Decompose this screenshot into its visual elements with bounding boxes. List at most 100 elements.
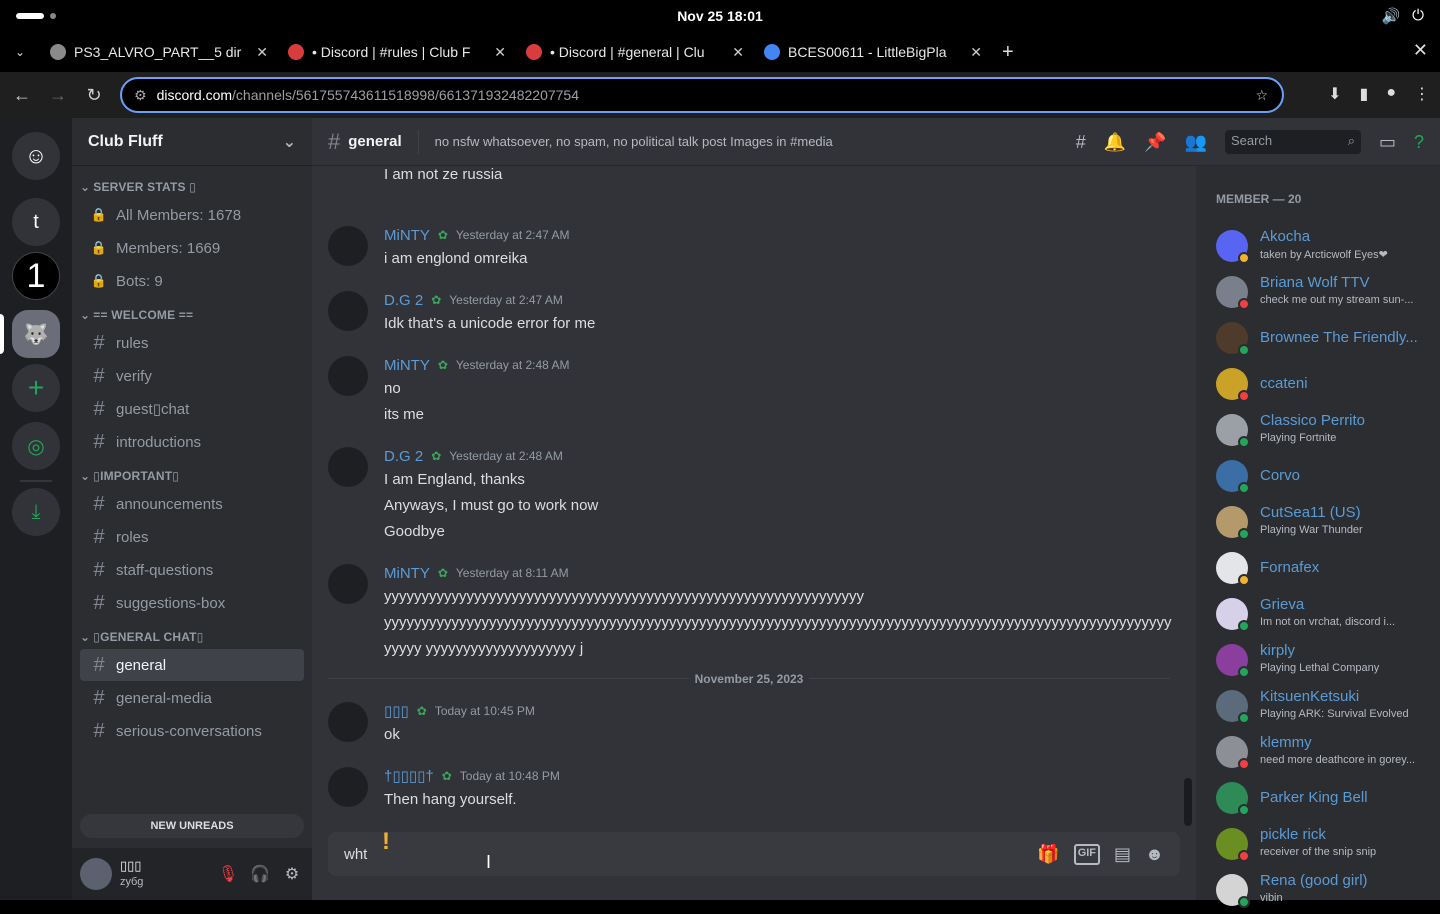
reload-icon[interactable]: ↻	[76, 85, 112, 106]
member-item[interactable]: Parker King Bell	[1216, 778, 1436, 822]
member-item[interactable]: Brownee The Friendly...	[1216, 318, 1436, 362]
chat-scrollbar[interactable]	[1184, 778, 1192, 826]
system-clock[interactable]: Nov 25 18:01	[0, 8, 1440, 24]
server-t[interactable]: t	[12, 198, 60, 246]
message[interactable]: MiNTY ✿ Yesterday at 2:48 AM no its me	[328, 354, 1178, 428]
gear-icon[interactable]: ⚙	[280, 864, 304, 884]
channel-topic[interactable]: no nsfw whatsoever, no spam, no politica…	[435, 134, 833, 149]
avatar[interactable]	[328, 564, 368, 604]
message-author[interactable]: D.G 2	[384, 448, 423, 465]
sticker-icon[interactable]: ▤	[1114, 844, 1131, 865]
side-panel-icon[interactable]: ▮	[1360, 84, 1369, 104]
message-author[interactable]: MiNTY	[384, 227, 430, 244]
channel-item[interactable]: # guest▯chat	[80, 393, 304, 425]
member-list-icon[interactable]: 👥	[1185, 132, 1207, 153]
discord-home-icon[interactable]: ☺	[12, 132, 60, 180]
category-header[interactable]: ⌄ SERVER STATS ▯	[72, 170, 312, 198]
gif-icon[interactable]: GIF	[1073, 843, 1101, 865]
message-author[interactable]: MiNTY	[384, 565, 430, 582]
channel-item[interactable]: # introductions	[80, 426, 304, 458]
member-item[interactable]: klemmy need more deathcore in gorey...	[1216, 732, 1436, 776]
tab-close-icon[interactable]: ✕	[256, 44, 268, 61]
gift-icon[interactable]: 🎁	[1037, 844, 1059, 865]
browser-tab[interactable]: BCES00611 - LittleBigPla ✕	[754, 35, 992, 69]
new-tab-button[interactable]: +	[992, 41, 1024, 64]
member-item[interactable]: Classico Perrito Playing Fortnite	[1216, 410, 1436, 454]
emoji-icon[interactable]: ☻	[1145, 844, 1164, 865]
tab-close-icon[interactable]: ✕	[494, 44, 506, 61]
member-item[interactable]: ccateni	[1216, 364, 1436, 408]
search-input[interactable]: Search ⌕	[1224, 130, 1361, 154]
avatar[interactable]	[328, 447, 368, 487]
server-header[interactable]: Club Fluff ⌄	[72, 118, 312, 166]
power-icon[interactable]: ⏻	[1412, 7, 1424, 25]
message[interactable]: MiNTY ✿ Yesterday at 8:11 AM yyyyyyyyyyyyyy…	[328, 562, 1178, 662]
member-item[interactable]: kirply Playing Lethal Company	[1216, 640, 1436, 684]
member-item[interactable]: Rena (good girl) vibin	[1216, 870, 1436, 914]
bookmark-star-icon[interactable]: ☆	[1255, 87, 1268, 104]
address-bar[interactable]: ⚙ discord.com/channels/56175574361151899…	[120, 77, 1284, 113]
message-author[interactable]: MiNTY	[384, 357, 430, 374]
server-1[interactable]: 1	[12, 252, 60, 300]
menu-kebab-icon[interactable]: ⋮	[1414, 84, 1430, 104]
message[interactable]: †▯▯▯▯† ✿ Today at 10:48 PM Then hang yourse…	[328, 765, 1178, 813]
explore-icon[interactable]: ◎	[12, 422, 60, 470]
tab-search-icon[interactable]: ⌄	[0, 45, 40, 59]
channel-item[interactable]: # staff-questions	[80, 554, 304, 586]
profile-icon[interactable]: ●	[1386, 84, 1396, 104]
member-item[interactable]: pickle rick receiver of the snip snip	[1216, 824, 1436, 868]
member-item[interactable]: Corvo	[1216, 456, 1436, 500]
avatar[interactable]	[328, 767, 368, 807]
category-header[interactable]: ⌄ ▯IMPORTANT▯	[72, 459, 312, 487]
message-list[interactable]: November 25, 2023 I am not ze russia MiNT…	[312, 166, 1196, 830]
member-item[interactable]: KitsuenKetsuki Playing ARK: Survival Evol…	[1216, 686, 1436, 730]
avatar[interactable]	[328, 702, 368, 742]
message-composer[interactable]: wht 🎁 GIF ▤ ☻	[328, 832, 1180, 876]
browser-tab[interactable]: • Discord | #rules | Club F ✕	[278, 35, 516, 69]
channel-item[interactable]: # roles	[80, 521, 304, 553]
member-item[interactable]: CutSea11 (US) Playing War Thunder	[1216, 502, 1436, 546]
message[interactable]: I am not ze russia	[328, 166, 1178, 188]
tab-close-icon[interactable]: ✕	[732, 44, 744, 61]
browser-tab[interactable]: PS3_ALVRO_PART__5 dir ✕	[40, 35, 278, 69]
avatar[interactable]	[80, 858, 112, 890]
threads-icon[interactable]: #	[1076, 132, 1086, 153]
headphones-icon[interactable]: 🎧	[248, 864, 272, 884]
message-author[interactable]: ▯▯▯	[384, 702, 409, 720]
download-apps-icon[interactable]: ⤓	[12, 488, 60, 536]
server-club-fluff[interactable]: 🐺	[12, 310, 60, 358]
message[interactable]: D.G 2 ✿ Yesterday at 2:48 AM I am England, …	[328, 445, 1178, 545]
mute-mic-icon[interactable]: 🎙	[216, 864, 240, 884]
category-header[interactable]: ⌄ ▯GENERAL CHAT▯	[72, 620, 312, 648]
back-icon[interactable]: ←	[4, 85, 40, 106]
avatar[interactable]	[328, 291, 368, 331]
channel-item[interactable]: # announcements	[80, 488, 304, 520]
window-close-icon[interactable]: ✕	[1413, 40, 1428, 61]
bell-icon[interactable]: 🔔	[1104, 132, 1126, 153]
avatar[interactable]	[328, 356, 368, 396]
channel-item[interactable]: # suggestions-box	[80, 587, 304, 619]
tab-close-icon[interactable]: ✕	[970, 44, 982, 61]
browser-tab[interactable]: • Discord | #general | Clu ✕	[516, 35, 754, 69]
speaker-icon[interactable]: 🔊	[1381, 7, 1400, 25]
category-header[interactable]: ⌄ == WELCOME ==	[72, 298, 312, 326]
avatar[interactable]	[328, 226, 368, 266]
download-icon[interactable]: ⬇	[1328, 84, 1341, 104]
channel-item[interactable]: 🔒 Members: 1669	[80, 232, 304, 264]
message-author[interactable]: D.G 2	[384, 292, 423, 309]
help-icon[interactable]: ?	[1414, 132, 1424, 153]
message[interactable]: D.G 2 ✿ Yesterday at 2:47 AM Idk that's a u…	[328, 289, 1178, 337]
member-item[interactable]: Grieva Im not on vrchat, discord i...	[1216, 594, 1436, 638]
channel-item[interactable]: # verify	[80, 360, 304, 392]
channel-item[interactable]: 🔒 Bots: 9	[80, 265, 304, 297]
inbox-icon[interactable]: ▭	[1379, 132, 1396, 153]
add-server-icon[interactable]: +	[12, 364, 60, 412]
new-unreads-pill[interactable]: NEW UNREADS	[80, 814, 304, 838]
channel-item[interactable]: # serious-conversations	[80, 715, 304, 747]
forward-icon[interactable]: →	[40, 85, 76, 106]
member-item[interactable]: Fornafex	[1216, 548, 1436, 592]
site-info-icon[interactable]: ⚙	[134, 87, 147, 104]
member-item[interactable]: Akocha taken by Arcticwolf Eyes❤	[1216, 226, 1436, 270]
message-author[interactable]: †▯▯▯▯†	[384, 767, 434, 785]
channel-item[interactable]: # general-media	[80, 682, 304, 714]
